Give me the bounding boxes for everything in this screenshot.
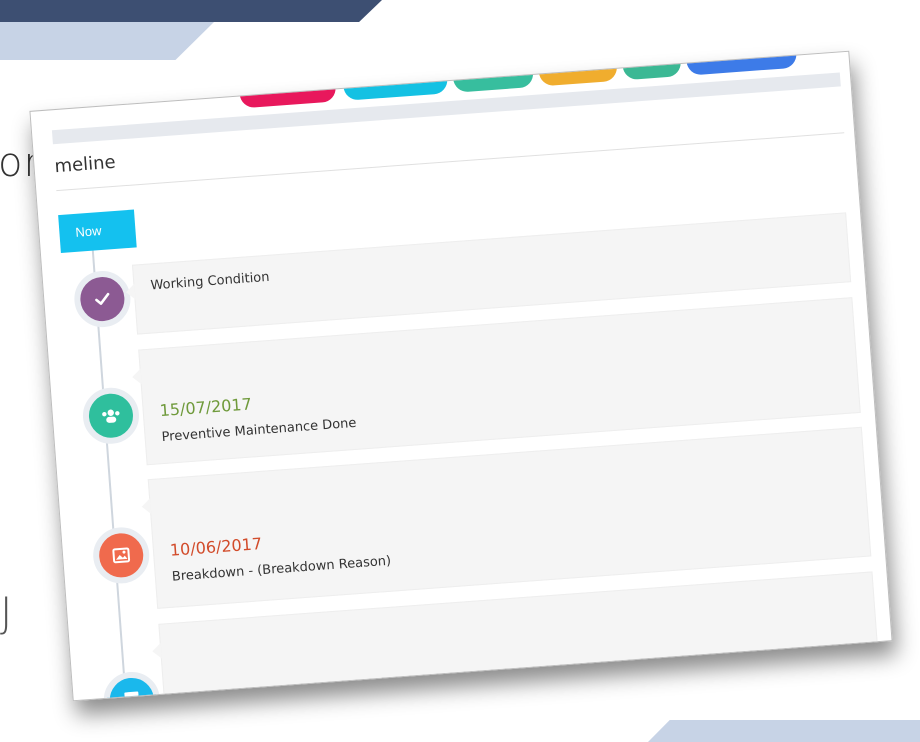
event-text: Working Condition — [150, 269, 271, 294]
tab-2[interactable] — [342, 67, 449, 101]
header-band-dark — [0, 0, 382, 22]
tab-5[interactable] — [621, 50, 682, 81]
users-icon — [80, 385, 141, 446]
footer-band — [648, 720, 920, 742]
timeline-item: Working Condition — [62, 212, 852, 335]
tab-1[interactable] — [238, 75, 337, 109]
tab-4[interactable] — [538, 54, 618, 87]
tab-6[interactable] — [685, 50, 798, 76]
top-tab-bar — [238, 50, 798, 109]
event-text: ............ — [179, 681, 231, 701]
tab-3[interactable] — [452, 60, 535, 93]
slide-text-fragment: J — [0, 588, 13, 637]
check-icon — [72, 269, 133, 330]
panel-divider — [56, 132, 845, 192]
now-badge: Now — [58, 209, 137, 253]
panel-title: meline — [53, 151, 117, 178]
timeline-screenshot: meline Now Working Condition 15/07/2017 … — [29, 50, 893, 702]
header-band-light — [0, 22, 214, 60]
image-icon — [91, 525, 152, 586]
database-icon — [101, 670, 162, 702]
